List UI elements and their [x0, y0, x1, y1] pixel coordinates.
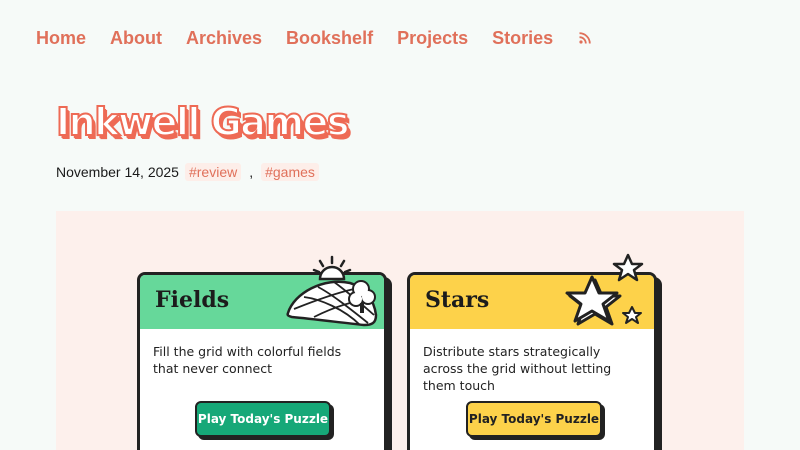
nav-about-link[interactable]: About: [110, 28, 162, 49]
nav-archives-link[interactable]: Archives: [186, 28, 262, 49]
nav-home-link[interactable]: Home: [36, 28, 86, 49]
rss-link[interactable]: [577, 28, 591, 49]
hero-image: Fields Fill the grid with colorful field…: [56, 211, 744, 450]
stars-icon: [565, 253, 644, 326]
tag-review-link[interactable]: #review: [184, 163, 242, 181]
fields-play-button[interactable]: Play Today's Puzzle: [195, 401, 331, 437]
hill-field-icon: [286, 255, 378, 327]
nav-projects-link[interactable]: Projects: [397, 28, 468, 49]
stars-play-button[interactable]: Play Today's Puzzle: [466, 401, 602, 437]
fields-card-title: Fields: [155, 287, 230, 313]
post-meta: November 14, 2025 #review , #games: [56, 163, 319, 181]
page-title: Inkwell Games: [55, 99, 350, 145]
nav-bookshelf-link[interactable]: Bookshelf: [286, 28, 373, 49]
rss-icon: [579, 32, 591, 44]
tag-separator: ,: [249, 164, 254, 180]
post-date: November 14, 2025: [56, 164, 179, 180]
tag-games-link[interactable]: #games: [261, 163, 319, 181]
stars-card-title: Stars: [425, 287, 490, 313]
nav-stories-link[interactable]: Stories: [492, 28, 553, 49]
main-nav: Home About Archives Bookshelf Projects S…: [36, 28, 591, 49]
